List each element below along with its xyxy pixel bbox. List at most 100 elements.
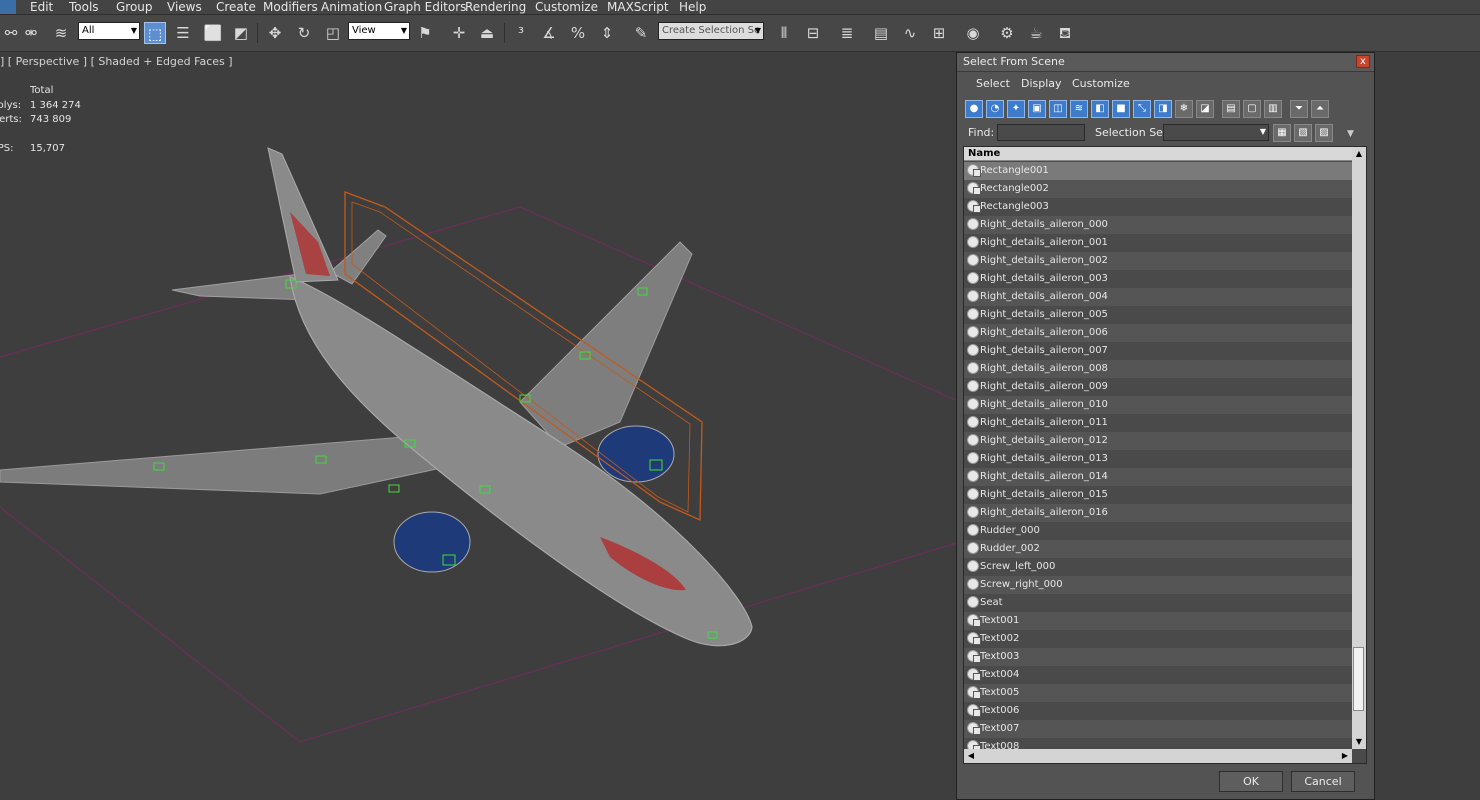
select-object-icon[interactable]: ⬚	[144, 22, 166, 44]
menu-tools[interactable]: Tools	[69, 0, 99, 14]
filter-selected-icon[interactable]: ⏶	[1311, 100, 1329, 118]
display-groups-icon[interactable]: ◧	[1091, 100, 1109, 118]
list-item[interactable]: Right_details_aileron_011	[964, 414, 1352, 432]
keyboard-shortcut-override-icon[interactable]: ⏏	[476, 22, 498, 44]
column-header-name[interactable]: Name	[964, 147, 1352, 161]
link-icon[interactable]: ⚯	[0, 22, 22, 44]
display-xrefs-icon[interactable]: ■	[1112, 100, 1130, 118]
menu-help[interactable]: Help	[679, 0, 706, 14]
display-cameras-icon[interactable]: ▣	[1028, 100, 1046, 118]
named-selection-set-dropdown[interactable]: Create Selection Se ▼	[658, 22, 764, 40]
list-item[interactable]: Right_details_aileron_000	[964, 216, 1352, 234]
list-item[interactable]: Text004	[964, 666, 1352, 684]
list-item[interactable]: Text002	[964, 630, 1352, 648]
pivot-center-icon[interactable]: ⚑	[414, 22, 436, 44]
spinner-snap-icon[interactable]: ⇕	[596, 22, 618, 44]
list-item[interactable]: Right_details_aileron_007	[964, 342, 1352, 360]
scroll-down-icon[interactable]: ▼	[1352, 735, 1366, 749]
menu-animation[interactable]: Animation	[321, 0, 382, 14]
cancel-button[interactable]: Cancel	[1291, 771, 1355, 792]
display-helpers-icon[interactable]: ◫	[1049, 100, 1067, 118]
app-logo[interactable]	[0, 0, 16, 14]
angle-snap-icon[interactable]: ∡	[538, 22, 560, 44]
unlink-icon[interactable]: ⚮	[20, 22, 42, 44]
display-geometry-icon[interactable]: ●	[965, 100, 983, 118]
render-setup-icon[interactable]: ⚙	[996, 22, 1018, 44]
list-item[interactable]: Rectangle002	[964, 180, 1352, 198]
list-item[interactable]: Text007	[964, 720, 1352, 738]
ok-button[interactable]: OK	[1219, 771, 1283, 792]
list-item[interactable]: Right_details_aileron_004	[964, 288, 1352, 306]
scroll-left-icon[interactable]: ◀	[964, 749, 978, 763]
align-icon[interactable]: ⊟	[802, 22, 824, 44]
list-item[interactable]: Right_details_aileron_016	[964, 504, 1352, 522]
schematic-view-icon[interactable]: ⊞	[928, 22, 950, 44]
material-editor-icon[interactable]: ◉	[962, 22, 984, 44]
expand-options-icon[interactable]: ▼	[1347, 129, 1354, 139]
menu-views[interactable]: Views	[167, 0, 202, 14]
menu-edit[interactable]: Edit	[30, 0, 53, 14]
menu-modifiers[interactable]: Modifiers	[263, 0, 318, 14]
display-hidden-icon[interactable]: ◪	[1196, 100, 1214, 118]
menu-customize[interactable]: Customize	[535, 0, 598, 14]
list-item[interactable]: Screw_right_000	[964, 576, 1352, 594]
display-all-icon[interactable]: ▤	[1222, 100, 1240, 118]
list-item[interactable]: Text005	[964, 684, 1352, 702]
curve-editor-icon[interactable]: ∿	[899, 22, 921, 44]
selection-filter-dropdown[interactable]: All ▼	[78, 22, 140, 40]
horizontal-scrollbar[interactable]: ◀ ▶	[964, 749, 1352, 763]
display-containers-icon[interactable]: ◨	[1154, 100, 1172, 118]
list-item[interactable]: Rudder_000	[964, 522, 1352, 540]
viewport-label[interactable]: ] [ Perspective ] [ Shaded + Edged Faces…	[0, 55, 233, 68]
menu-rendering[interactable]: Rendering	[465, 0, 526, 14]
rendered-frame-window-icon[interactable]: ☕	[1025, 22, 1047, 44]
find-input[interactable]	[997, 124, 1085, 141]
move-icon[interactable]: ✥	[264, 22, 286, 44]
dialog-menu-display[interactable]: Display	[1021, 77, 1062, 90]
vertical-scrollbar[interactable]: ▲ ▼	[1352, 147, 1366, 749]
scroll-up-icon[interactable]: ▲	[1352, 147, 1366, 161]
list-item[interactable]: Rectangle003	[964, 198, 1352, 216]
window-crossing-icon[interactable]: ◩	[230, 22, 252, 44]
percent-snap-icon[interactable]: %	[567, 22, 589, 44]
dialog-menu-select[interactable]: Select	[976, 77, 1010, 90]
list-item[interactable]: Seat	[964, 594, 1352, 612]
rectangular-selection-icon[interactable]: ⬜	[202, 22, 224, 44]
mirror-icon[interactable]: ⫴	[773, 22, 795, 44]
list-item[interactable]: Rudder_002	[964, 540, 1352, 558]
menu-group[interactable]: Group	[116, 0, 153, 14]
rotate-icon[interactable]: ↻	[293, 22, 315, 44]
bind-spacewarp-icon[interactable]: ≋	[50, 22, 72, 44]
select-by-name-icon[interactable]: ☰	[172, 22, 194, 44]
dialog-title-bar[interactable]: Select From Scene x	[957, 53, 1374, 72]
list-item[interactable]: Right_details_aileron_005	[964, 306, 1352, 324]
list-item[interactable]: Rectangle001	[964, 162, 1352, 180]
list-item[interactable]: Right_details_aileron_010	[964, 396, 1352, 414]
add-to-set-icon[interactable]: ▧	[1294, 124, 1312, 142]
list-item[interactable]: Text003	[964, 648, 1352, 666]
remove-from-set-icon[interactable]: ▨	[1315, 124, 1333, 142]
display-spacewarps-icon[interactable]: ≋	[1070, 100, 1088, 118]
selection-set-dropdown[interactable]: ▼	[1163, 124, 1269, 141]
menu-graph-editors[interactable]: Graph Editors	[384, 0, 466, 14]
display-frozen-icon[interactable]: ❄	[1175, 100, 1193, 118]
display-lights-icon[interactable]: ✦	[1007, 100, 1025, 118]
list-item[interactable]: Text001	[964, 612, 1352, 630]
list-item[interactable]: Right_details_aileron_006	[964, 324, 1352, 342]
graphite-modeling-icon[interactable]: ▤	[870, 22, 892, 44]
list-item[interactable]: Right_details_aileron_003	[964, 270, 1352, 288]
create-set-icon[interactable]: ▦	[1273, 124, 1291, 142]
display-invert-icon[interactable]: ▥	[1264, 100, 1282, 118]
display-none-icon[interactable]: ▢	[1243, 100, 1261, 118]
list-item[interactable]: Right_details_aileron_008	[964, 360, 1352, 378]
edit-named-selection-icon[interactable]: ✎	[630, 22, 652, 44]
list-item[interactable]: Right_details_aileron_002	[964, 252, 1352, 270]
close-icon[interactable]: x	[1356, 55, 1370, 68]
list-item[interactable]: Right_details_aileron_014	[964, 468, 1352, 486]
list-item[interactable]: Text006	[964, 702, 1352, 720]
list-item[interactable]: Right_details_aileron_012	[964, 432, 1352, 450]
scale-icon[interactable]: ◰	[322, 22, 344, 44]
list-item[interactable]: Screw_left_000	[964, 558, 1352, 576]
layer-manager-icon[interactable]: ≣	[836, 22, 858, 44]
display-bones-icon[interactable]: ⤡	[1133, 100, 1151, 118]
